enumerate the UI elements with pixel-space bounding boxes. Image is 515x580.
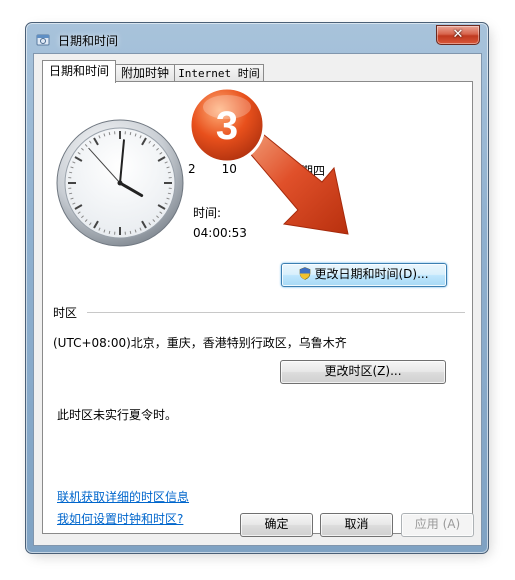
clock-minute-tick bbox=[108, 230, 111, 234]
change-timezone-button[interactable]: 更改时区(Z)... bbox=[280, 360, 446, 384]
dst-note: 此时区未实行夏令时。 bbox=[57, 408, 178, 422]
date-time-app-icon bbox=[36, 34, 50, 46]
online-timezone-info-link[interactable]: 联机获取详细的时区信息 bbox=[57, 488, 189, 505]
title-bar[interactable]: 日期和时间 ✕ bbox=[26, 23, 488, 53]
tab-date-time[interactable]: 日期和时间 bbox=[42, 60, 116, 83]
cancel-button[interactable]: 取消 bbox=[320, 513, 393, 537]
step-badge-icon: 3 bbox=[188, 86, 266, 164]
clock-minute-tick bbox=[167, 171, 171, 174]
tab-additional-clocks[interactable]: 附加时钟 bbox=[115, 64, 175, 82]
clock-minute-tick bbox=[69, 171, 73, 174]
analog-clock bbox=[56, 119, 184, 247]
apply-button[interactable]: 应用 (A) bbox=[401, 513, 474, 537]
uac-shield-icon bbox=[300, 267, 311, 280]
clock-minute-tick bbox=[129, 230, 132, 234]
section-divider bbox=[87, 312, 465, 313]
current-timezone: (UTC+08:00)北京，重庆，香港特别行政区，乌鲁木齐 bbox=[53, 336, 347, 350]
close-icon: ✕ bbox=[452, 27, 464, 42]
timezone-section-label: 时区 bbox=[53, 306, 78, 320]
clock-minute-tick bbox=[108, 132, 111, 136]
ok-button[interactable]: 确定 bbox=[240, 513, 313, 537]
tab-internet-time[interactable]: Internet 时间 bbox=[174, 64, 264, 82]
clock-minute-tick bbox=[129, 132, 132, 136]
clock-minute-tick bbox=[167, 192, 171, 195]
change-date-time-label: 更改日期和时间(D)... bbox=[314, 267, 429, 281]
clock-minute-tick bbox=[69, 192, 73, 195]
close-button[interactable]: ✕ bbox=[436, 25, 480, 45]
change-date-time-button[interactable]: 更改日期和时间(D)... bbox=[281, 263, 447, 287]
step-number: 3 bbox=[216, 104, 238, 148]
time-label: 时间: bbox=[193, 206, 222, 220]
window-title: 日期和时间 bbox=[58, 34, 119, 48]
how-to-set-clock-link[interactable]: 我如何设置时钟和时区? bbox=[57, 510, 183, 527]
